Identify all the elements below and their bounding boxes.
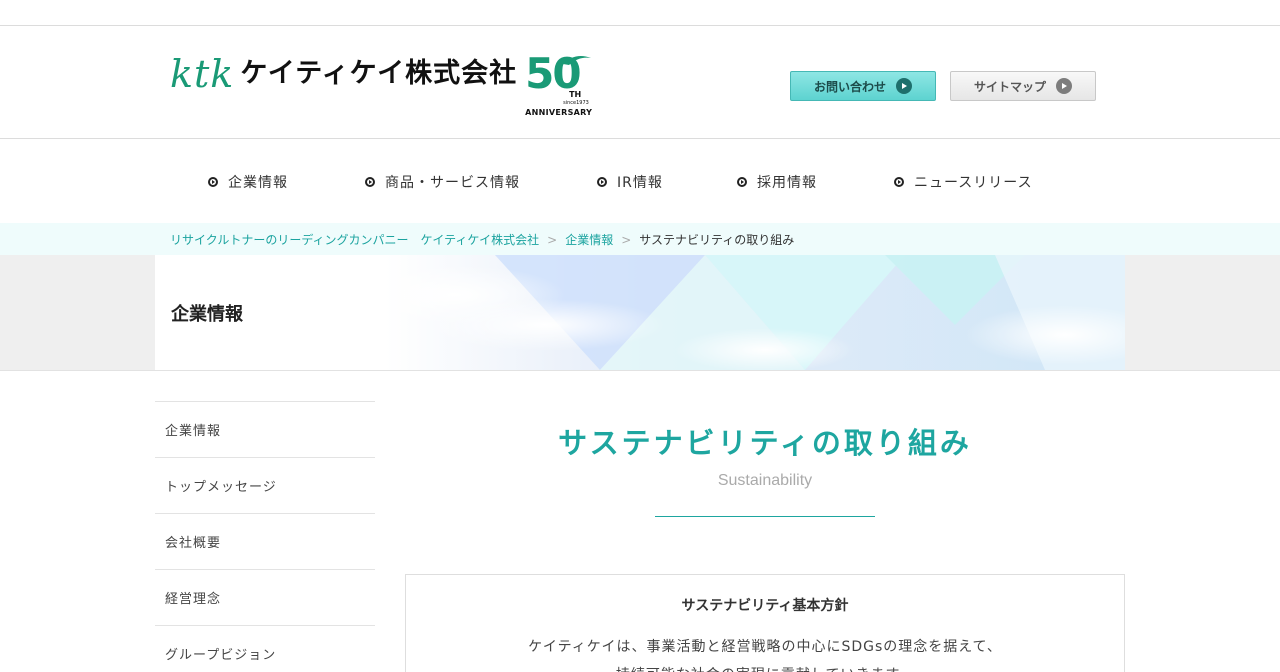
- page-title: サステナビリティの取り組み: [558, 426, 972, 460]
- policy-text-line: ケイティケイは、事業活動と経営戦略の中心にSDGsの理念を据えて、: [528, 639, 1002, 655]
- contact-button[interactable]: お問い合わせ: [790, 71, 936, 101]
- nav-item-label: ニュースリリース: [914, 175, 1033, 191]
- circle-arrow-icon: [894, 177, 904, 187]
- sidebar-nav: 企業情報 トップメッセージ 会社概要 経営理念 グループビジョン: [155, 401, 375, 672]
- policy-title: サステナビリティ基本方針: [681, 598, 849, 614]
- sidebar-item-corporate-info[interactable]: 企業情報: [155, 401, 375, 457]
- sitemap-button[interactable]: サイトマップ: [950, 71, 1096, 101]
- anniversary-suffix: TH: [569, 90, 582, 99]
- nav-item-ir[interactable]: IR情報: [597, 172, 663, 192]
- breadcrumb-section-link[interactable]: 企業情報: [565, 231, 613, 248]
- breadcrumb-home-link[interactable]: リサイクルトナーのリーディングカンパニー ケイティケイ株式会社: [170, 231, 539, 248]
- global-nav: 企業情報 商品・サービス情報 IR情報 採用情報 ニュースリリース: [0, 139, 1280, 223]
- company-logo[interactable]: ktk ケイティケイ株式会社 50 TH since1973 ANNIVERSA…: [170, 50, 593, 120]
- nav-item-label: 商品・サービス情報: [385, 175, 520, 191]
- circle-arrow-icon: [737, 177, 747, 187]
- sidebar-item-company-profile[interactable]: 会社概要: [155, 513, 375, 569]
- nav-item-recruit[interactable]: 採用情報: [737, 172, 817, 192]
- nav-item-products-services[interactable]: 商品・サービス情報: [365, 172, 520, 192]
- nav-item-label: 採用情報: [757, 175, 817, 191]
- sidebar-item-top-message[interactable]: トップメッセージ: [155, 457, 375, 513]
- circle-arrow-icon: [208, 177, 218, 187]
- circle-arrow-icon: [597, 177, 607, 187]
- sidebar-item-philosophy[interactable]: 経営理念: [155, 569, 375, 625]
- sky-banner-image: [385, 255, 1125, 370]
- contact-button-label: お問い合わせ: [813, 79, 886, 94]
- anniversary-50th-logo: 50 TH since1973 ANNIVERSARY: [525, 50, 593, 120]
- play-arrow-icon: [896, 78, 912, 94]
- section-hero: 企業情報: [0, 255, 1280, 371]
- logo-company-name: ケイティケイ株式会社: [240, 58, 518, 89]
- policy-box: サステナビリティ基本方針 ケイティケイは、事業活動と経営戦略の中心にSDGsの理…: [405, 574, 1125, 672]
- breadcrumb-current: サステナビリティの取り組み: [639, 233, 795, 247]
- title-divider: [655, 516, 875, 517]
- nav-item-news[interactable]: ニュースリリース: [894, 172, 1033, 192]
- circle-arrow-icon: [365, 177, 375, 187]
- breadcrumb: リサイクルトナーのリーディングカンパニー ケイティケイ株式会社 > 企業情報 >…: [0, 223, 1280, 255]
- anniversary-label: ANNIVERSARY: [525, 108, 593, 117]
- page-subtitle: Sustainability: [717, 472, 813, 489]
- sitemap-button-label: サイトマップ: [973, 79, 1046, 94]
- nav-item-corporate-info[interactable]: 企業情報: [208, 172, 288, 192]
- breadcrumb-separator: >: [621, 232, 632, 247]
- logo-ktk-mark: ktk: [170, 52, 235, 96]
- site-header: ktk ケイティケイ株式会社 50 TH since1973 ANNIVERSA…: [0, 25, 1280, 139]
- nav-item-label: IR情報: [617, 175, 663, 191]
- top-strip: [0, 0, 1280, 26]
- sidebar-item-group-vision[interactable]: グループビジョン: [155, 625, 375, 672]
- breadcrumb-separator: >: [547, 232, 558, 247]
- play-arrow-icon: [1056, 78, 1072, 94]
- policy-text-line: 持続可能な社会の実現に貢献していきます。: [406, 664, 1124, 672]
- hero-title: 企業情報: [171, 304, 243, 325]
- anniversary-since: since1973: [563, 100, 589, 106]
- nav-item-label: 企業情報: [228, 175, 288, 191]
